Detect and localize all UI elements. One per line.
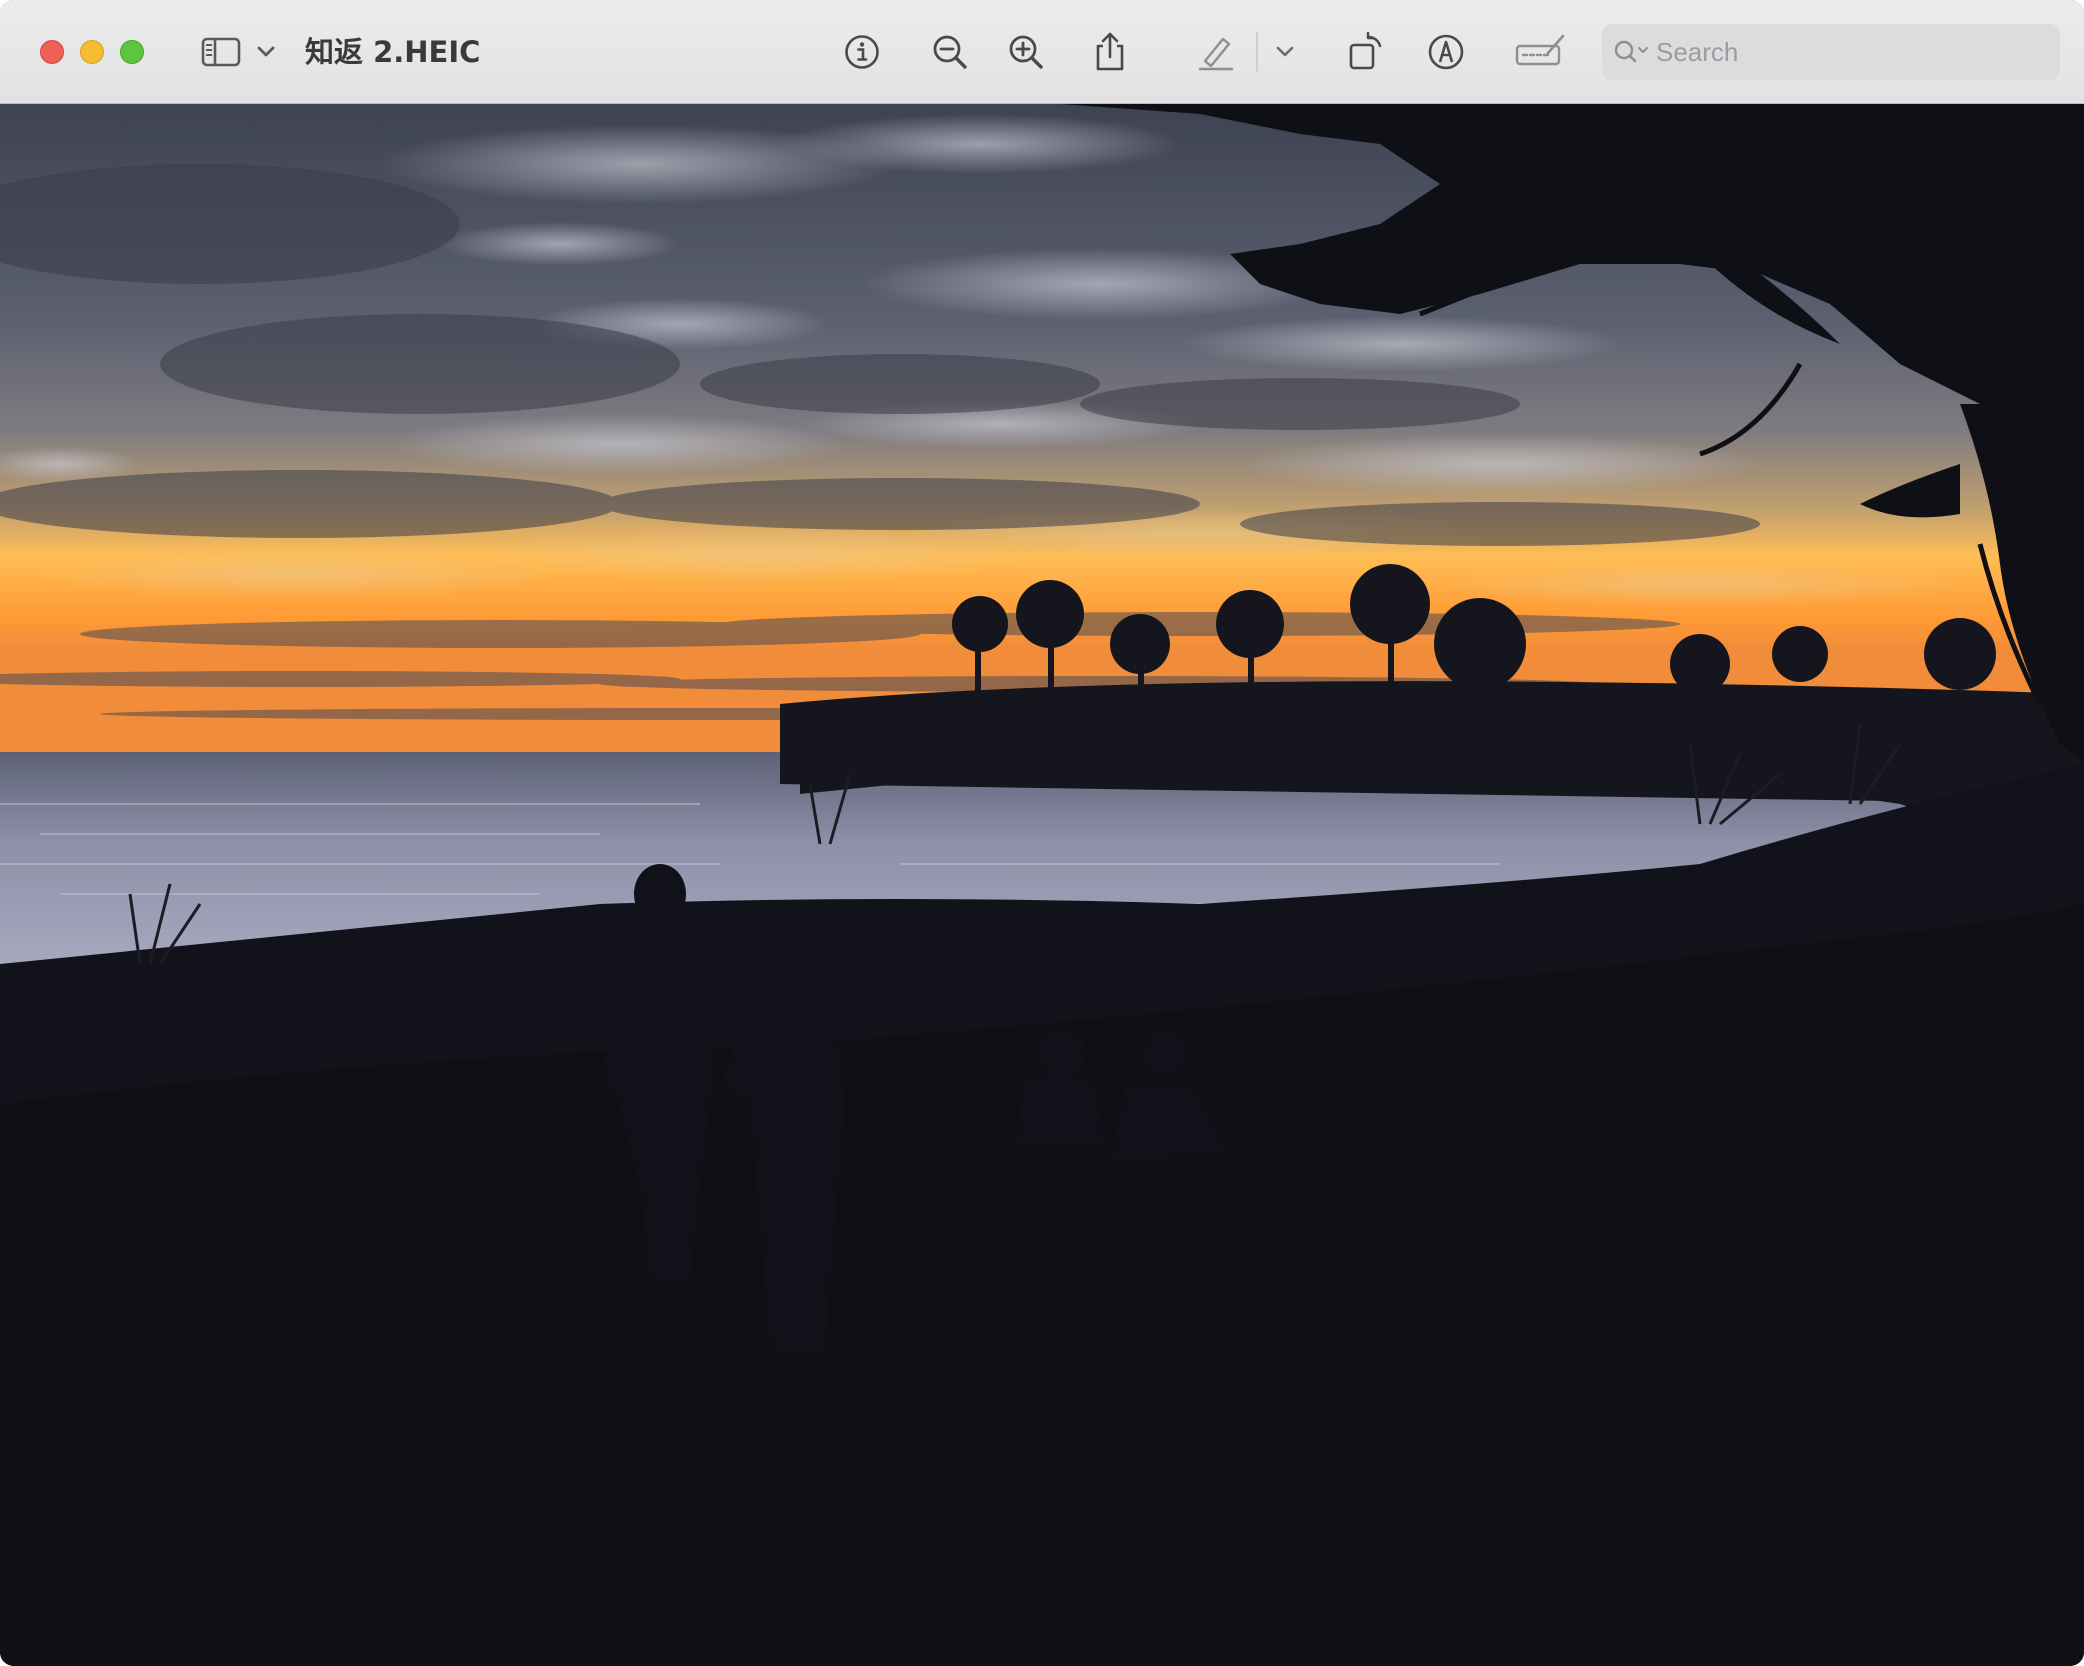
toolbar-divider — [1256, 32, 1258, 72]
zoom-out-icon — [931, 33, 969, 71]
search-icon — [1612, 38, 1652, 71]
chevron-down-icon — [1276, 46, 1294, 58]
zoom-in-icon — [1007, 33, 1045, 71]
info-icon — [843, 33, 881, 71]
signature-button[interactable] — [1512, 30, 1568, 74]
preview-window: 知返 2.HEIC — [0, 0, 2084, 1666]
zoom-window-button[interactable] — [120, 40, 144, 64]
search-input[interactable] — [1656, 24, 2046, 80]
chevron-down-icon — [257, 46, 275, 58]
signature-icon — [1514, 33, 1566, 71]
sidebar-menu-button[interactable] — [254, 38, 278, 66]
close-window-button[interactable] — [40, 40, 64, 64]
markup-pen-icon — [1427, 33, 1465, 71]
share-button[interactable] — [1088, 28, 1132, 76]
toolbar: 知返 2.HEIC — [0, 0, 2084, 104]
zoom-in-button[interactable] — [1004, 30, 1048, 74]
photo-canvas — [0, 104, 2084, 1666]
share-icon — [1092, 31, 1128, 73]
rotate-button[interactable] — [1344, 28, 1388, 74]
highlight-menu-button[interactable] — [1272, 38, 1298, 66]
photo-sunset-silhouettes — [0, 104, 2084, 1666]
search-field[interactable] — [1602, 24, 2060, 80]
minimize-window-button[interactable] — [80, 40, 104, 64]
highlight-button[interactable] — [1194, 30, 1238, 74]
document-title: 知返 2.HEIC — [305, 35, 481, 69]
markup-button[interactable] — [1424, 30, 1468, 74]
highlighter-icon — [1197, 33, 1235, 71]
sidebar-toggle-button[interactable] — [198, 32, 244, 72]
inspector-button[interactable] — [840, 30, 884, 74]
sidebar-icon — [201, 36, 241, 68]
zoom-out-button[interactable] — [928, 30, 972, 74]
rotate-icon — [1346, 30, 1386, 72]
